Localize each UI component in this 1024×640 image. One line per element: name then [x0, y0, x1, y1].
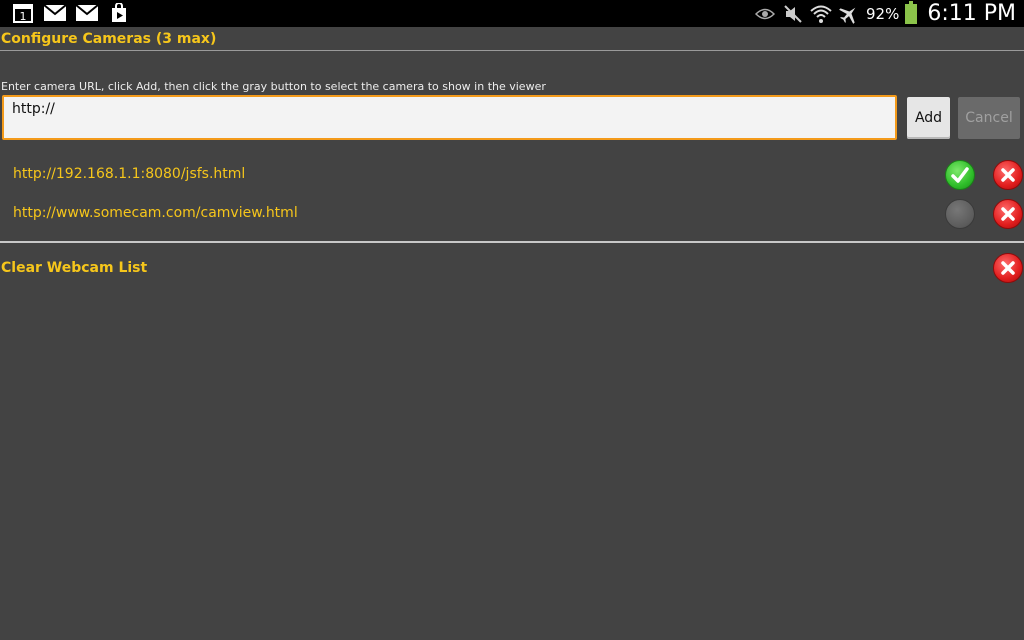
- delete-camera-button[interactable]: [993, 199, 1023, 229]
- checkmark-icon: [951, 167, 969, 183]
- mail-icon: [76, 3, 98, 23]
- calendar-day: 1: [20, 10, 27, 23]
- eye-icon: [754, 4, 776, 24]
- cancel-button[interactable]: Cancel: [958, 97, 1020, 139]
- system-icons: 92% 6:11 PM: [754, 0, 1016, 27]
- close-icon: [1001, 168, 1015, 182]
- page-title: Configure Cameras (3 max): [1, 31, 217, 47]
- status-bar: 1 92% 6:11 PM: [0, 0, 1024, 27]
- list-item: http://www.somecam.com/camview.html: [0, 197, 1024, 231]
- close-icon: [1001, 207, 1015, 221]
- clock: 6:11 PM: [927, 1, 1016, 26]
- airplane-icon: [838, 4, 860, 24]
- clear-webcam-list-label: Clear Webcam List: [1, 260, 148, 276]
- list-divider: [0, 241, 1024, 243]
- battery-percent: 92%: [866, 4, 900, 23]
- close-icon: [1001, 261, 1015, 275]
- list-item: http://192.168.1.1:8080/jsfs.html: [0, 158, 1024, 192]
- add-button[interactable]: Add: [907, 97, 950, 139]
- select-camera-button[interactable]: [945, 199, 975, 229]
- delete-camera-button[interactable]: [993, 160, 1023, 190]
- header-divider: [0, 50, 1024, 51]
- battery-icon: [905, 0, 918, 24]
- mute-icon: [782, 4, 804, 24]
- camera-url[interactable]: http://www.somecam.com/camview.html: [13, 205, 298, 221]
- clear-webcam-list-button[interactable]: [993, 253, 1023, 283]
- camera-url[interactable]: http://192.168.1.1:8080/jsfs.html: [13, 166, 245, 182]
- calendar-icon: 1: [12, 3, 34, 23]
- instructions-text: Enter camera URL, click Add, then click …: [1, 80, 546, 93]
- notification-icons: 1: [12, 3, 130, 23]
- camera-url-input[interactable]: [2, 95, 897, 140]
- mail-icon: [44, 3, 66, 23]
- play-store-icon: [108, 3, 130, 23]
- select-camera-button[interactable]: [945, 160, 975, 190]
- wifi-icon: [810, 4, 832, 24]
